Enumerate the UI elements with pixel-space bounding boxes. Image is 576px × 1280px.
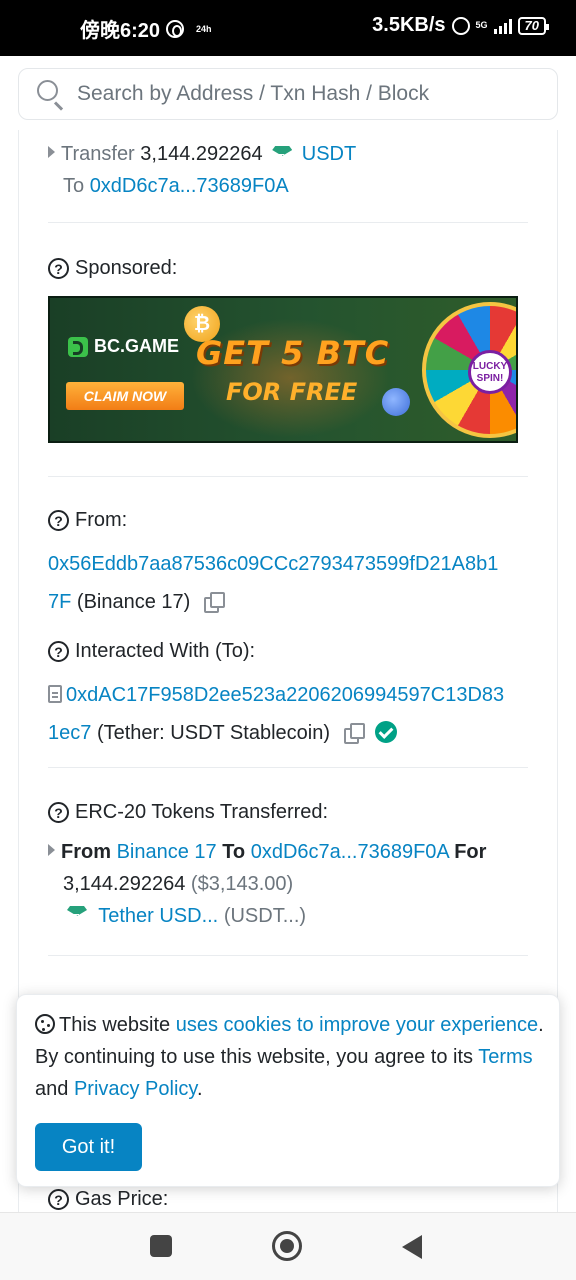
help-icon[interactable]: ? <box>48 1189 69 1210</box>
banner-brand: BC.GAME <box>94 336 179 356</box>
contract-icon <box>48 685 62 703</box>
cookie-icon <box>35 1014 55 1034</box>
transfer-to-label: To <box>63 175 85 197</box>
cookie-text: This website uses cookies to improve you… <box>35 1009 545 1105</box>
interacted-label-text: Interacted With (To): <box>75 640 256 662</box>
bcgame-logo: BC.GAME <box>68 336 179 357</box>
cookie-text-3: and <box>35 1078 74 1100</box>
sponsored-label-text: Sponsored: <box>75 257 178 279</box>
help-icon[interactable]: ? <box>48 641 69 662</box>
claim-now-button[interactable]: CLAIM NOW <box>66 382 184 410</box>
divider <box>48 955 528 956</box>
banner-headline: GET 5 BTC <box>196 334 390 372</box>
recent-apps-button[interactable] <box>150 1235 172 1257</box>
divider <box>48 767 528 768</box>
erc20-from-label: From <box>61 841 111 863</box>
search-input[interactable] <box>77 82 547 106</box>
from-label-text: From: <box>75 509 128 531</box>
erc20-label: ? ERC-20 Tokens Transferred: <box>48 801 328 824</box>
erc20-amount: 3,144.292264 <box>63 873 186 895</box>
banner-subline: FOR FREE <box>226 378 358 406</box>
transfer-token-link[interactable]: USDT <box>302 143 356 165</box>
copy-icon[interactable] <box>343 723 365 744</box>
from-address-link[interactable]: 0x56Eddb7aa87536c09CCc2793473599fD21A8b1 <box>48 553 498 575</box>
got-it-button[interactable]: Got it! <box>35 1123 142 1171</box>
android-nav-bar <box>0 1212 576 1280</box>
back-button[interactable] <box>402 1235 422 1259</box>
erc20-transfer-row: From Binance 17 To 0xdD6c7a...73689F0A F… <box>48 836 528 935</box>
erc20-to-link[interactable]: 0xdD6c7a...73689F0A <box>251 841 449 863</box>
lucky-spin-wheel: LUCKY SPIN! <box>418 298 516 441</box>
interacted-address: 0xdAC17F958D2ee523a2206206994597C13D83 1… <box>48 676 528 752</box>
tether-icon <box>272 143 292 175</box>
status-right: 3.5KB/s 5G 70 <box>372 14 550 37</box>
erc20-token-symbol: (USDT...) <box>223 905 307 927</box>
privacy-policy-link[interactable]: Privacy Policy <box>74 1078 197 1100</box>
gas-price-label: ? Gas Price: <box>48 1188 168 1211</box>
transfer-row: Transfer 3,144.292264 USDT To 0xdD6c7a..… <box>48 138 356 202</box>
erc20-from-link[interactable]: Binance 17 <box>117 841 217 863</box>
divider <box>48 476 528 477</box>
from-tag: (Binance 17) <box>76 591 191 613</box>
sponsored-label: ? Sponsored: <box>48 257 177 280</box>
gas-price-label-text: Gas Price: <box>75 1188 169 1210</box>
verified-check-icon <box>375 721 398 743</box>
status-left: 傍晚6:20 24h <box>80 14 212 43</box>
erc20-to-label: To <box>222 841 246 863</box>
cookie-banner: This website uses cookies to improve you… <box>16 994 560 1187</box>
cookie-text-1: This website <box>59 1014 176 1036</box>
app-notification-icon <box>166 19 185 38</box>
help-icon[interactable]: ? <box>48 258 69 279</box>
terms-link[interactable]: Terms <box>478 1046 532 1068</box>
from-address: 0x56Eddb7aa87536c09CCc2793473599fD21A8b1… <box>48 545 528 621</box>
contract-address-link-cont[interactable]: 1ec7 <box>48 722 91 744</box>
divider <box>48 222 528 223</box>
contract-tag: (Tether: USDT Stablecoin) <box>96 722 330 744</box>
contract-address-link[interactable]: 0xdAC17F958D2ee523a2206206994597C13D83 <box>66 684 504 706</box>
alarm-icon <box>451 16 470 35</box>
cookie-text-4: . <box>196 1078 203 1100</box>
net-speed: 3.5KB/s <box>372 14 446 36</box>
wheel-hub-text: LUCKY SPIN! <box>468 350 512 394</box>
search-bar[interactable] <box>18 68 558 120</box>
help-icon[interactable]: ? <box>48 802 69 823</box>
transfer-label: Transfer <box>61 143 135 165</box>
cookie-policy-link[interactable]: uses cookies to improve your experience <box>176 1014 538 1036</box>
caret-right-icon <box>48 844 55 856</box>
home-button[interactable] <box>272 1231 302 1261</box>
help-icon[interactable]: ? <box>48 510 69 531</box>
from-label: ? From: <box>48 509 127 532</box>
status-bar: 傍晚6:20 24h 3.5KB/s 5G 70 <box>0 0 576 56</box>
erc20-label-text: ERC-20 Tokens Transferred: <box>75 801 329 823</box>
network-type: 5G <box>475 20 488 30</box>
tether-icon <box>67 903 89 935</box>
caret-right-icon <box>48 146 55 158</box>
sponsored-banner[interactable]: BC.GAME ₿ GET 5 BTC FOR FREE CLAIM NOW L… <box>48 296 518 443</box>
from-address-link-cont[interactable]: 7F <box>48 591 71 613</box>
status-small-label: 24h <box>196 23 212 34</box>
battery-icon: 70 <box>517 16 550 35</box>
search-icon <box>33 74 73 114</box>
signal-icon <box>493 18 512 34</box>
erc20-token-link[interactable]: Tether USD... <box>98 905 218 927</box>
erc20-for-label: For <box>454 841 487 863</box>
erc20-usd: ($3,143.00) <box>190 873 294 895</box>
interacted-label: ? Interacted With (To): <box>48 640 255 663</box>
transfer-amount: 3,144.292264 <box>140 143 263 165</box>
ethereum-coin-icon <box>382 388 410 416</box>
status-time: 傍晚6:20 <box>80 20 161 42</box>
transfer-to-address-link[interactable]: 0xdD6c7a...73689F0A <box>90 175 289 197</box>
copy-icon[interactable] <box>203 592 225 613</box>
